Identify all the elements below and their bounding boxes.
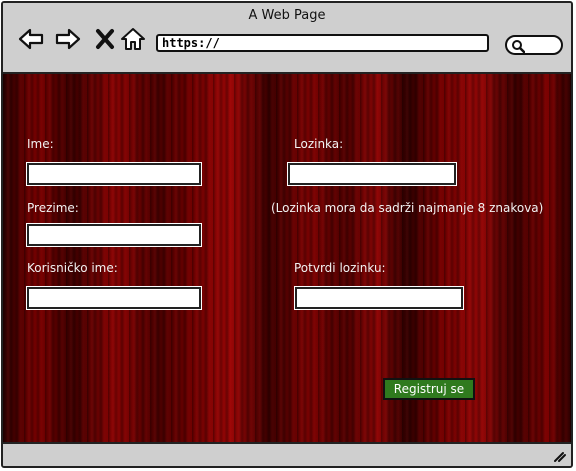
home-icon[interactable] — [119, 25, 147, 53]
search-icon — [512, 40, 525, 53]
last-name-input[interactable] — [26, 223, 202, 247]
confirm-password-label: Potvrdi lozinku: — [294, 261, 386, 275]
forward-icon[interactable] — [54, 25, 82, 53]
confirm-password-input[interactable] — [294, 286, 464, 310]
window-title: A Web Page — [248, 8, 326, 23]
stop-icon[interactable] — [91, 25, 119, 53]
first-name-label: Ime: — [27, 137, 54, 151]
password-hint: (Lozinka mora da sadrži najmanje 8 znako… — [271, 201, 544, 215]
back-icon[interactable] — [17, 25, 45, 53]
username-input[interactable] — [26, 286, 202, 310]
browser-window: A Web Page https:// Ime: Prezime: Korisn… — [1, 1, 573, 468]
registration-page: Ime: Prezime: Korisničko ime: Lozinka: (… — [3, 74, 571, 446]
username-label: Korisničko ime: — [27, 261, 118, 275]
search-input[interactable] — [505, 35, 563, 55]
status-bar — [3, 442, 571, 466]
resize-grip-icon[interactable] — [551, 447, 567, 463]
browser-toolbar: A Web Page https:// — [3, 3, 571, 74]
register-button[interactable]: Registruj se — [383, 378, 475, 400]
password-input[interactable] — [287, 162, 457, 186]
password-label: Lozinka: — [294, 137, 344, 151]
url-input[interactable]: https:// — [156, 34, 489, 52]
first-name-input[interactable] — [26, 162, 202, 186]
last-name-label: Prezime: — [27, 201, 79, 215]
